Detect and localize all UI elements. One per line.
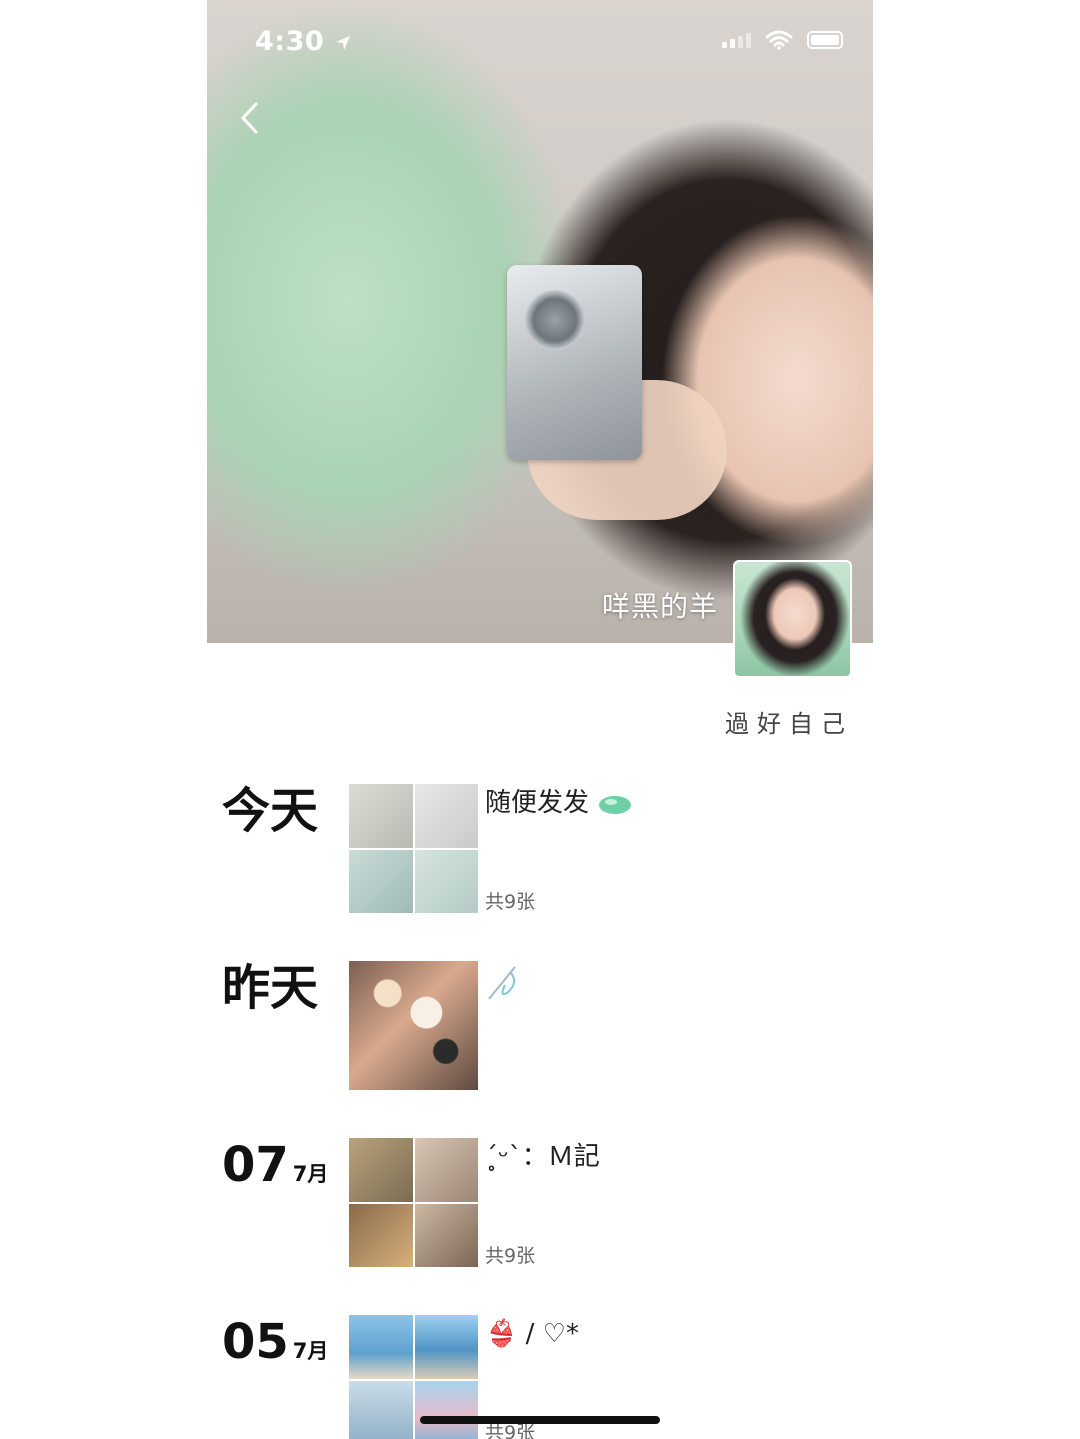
entry-title: ˊ̥ᵕˋ：Ｍ記 <box>485 1142 600 1172</box>
entry-thumbnail-grid[interactable] <box>349 1138 478 1267</box>
thumbnail-image <box>414 1315 478 1379</box>
phone-screen: 4:30 咩黑的羊 過好自己 今天 随便发发 共9张 昨天 07 7月 ˊ̥ᵕˋ… <box>207 0 873 1439</box>
entry-date-text: 昨天 <box>222 960 319 1016</box>
thumbnail-image <box>414 1380 478 1439</box>
entry-date-text: 今天 <box>222 783 319 839</box>
entry-title <box>485 963 521 1003</box>
back-button[interactable] <box>231 98 267 138</box>
thumbnail-image <box>349 784 413 848</box>
entry-title: 随便发发 <box>485 786 633 820</box>
home-indicator[interactable] <box>420 1416 660 1424</box>
status-icons <box>722 30 843 50</box>
entry-title: 👙 / ♡* <box>485 1319 579 1349</box>
thumbnail-image <box>414 849 478 913</box>
thumbnail-image <box>414 784 478 848</box>
signal-icon <box>722 32 751 48</box>
cover-photo[interactable]: 4:30 咩黑的羊 <box>207 0 873 643</box>
status-time: 4:30 <box>255 26 352 57</box>
thumbnail-image <box>414 1203 478 1267</box>
avatar[interactable] <box>733 560 852 678</box>
entry-date: 05 7月 <box>222 1315 328 1378</box>
entry-title-text: 随便发发 <box>485 788 590 818</box>
cover-camera-shape <box>507 265 642 460</box>
entry-date: 昨天 <box>222 961 318 1015</box>
status-time-text: 4:30 <box>255 26 325 57</box>
entry-photo-count: 共9张 <box>485 1245 536 1267</box>
battery-icon <box>807 31 843 49</box>
thumbnail-image <box>349 1203 413 1267</box>
entry-date: 07 7月 <box>222 1138 328 1201</box>
entry-photo-count: 共9张 <box>485 891 536 913</box>
thumbnail-image <box>349 849 413 913</box>
feed-entry[interactable]: 07 7月 ˊ̥ᵕˋ：Ｍ記 共9张 <box>207 1138 873 1268</box>
profile-name: 咩黑的羊 <box>601 590 718 623</box>
thumbnail-image <box>414 1138 478 1202</box>
entry-thumbnail-grid[interactable] <box>349 784 478 913</box>
feed-entry[interactable]: 今天 随便发发 共9张 <box>207 784 873 914</box>
feed-entry[interactable]: 昨天 <box>207 961 873 1091</box>
location-arrow-icon <box>336 35 351 50</box>
camera-lens-shape <box>525 290 585 350</box>
chevron-left-icon <box>241 102 258 134</box>
thumbnail-image <box>349 1138 413 1202</box>
wifi-icon <box>765 30 793 50</box>
entry-month-text: 7月 <box>292 1339 329 1363</box>
thumbnail-image <box>349 1315 413 1379</box>
entry-day-text: 05 <box>222 1314 289 1370</box>
profile-signature: 過好自己 <box>725 710 853 738</box>
entry-date: 今天 <box>222 784 318 838</box>
thumbnail-image <box>349 961 478 1090</box>
entry-thumbnail-single[interactable] <box>349 961 478 1090</box>
entry-day-text: 07 <box>222 1137 289 1193</box>
entry-month-text: 7月 <box>292 1162 329 1186</box>
needle-thread-icon <box>488 966 516 1000</box>
thumbnail-image <box>349 1380 413 1439</box>
pill-icon <box>599 795 632 814</box>
